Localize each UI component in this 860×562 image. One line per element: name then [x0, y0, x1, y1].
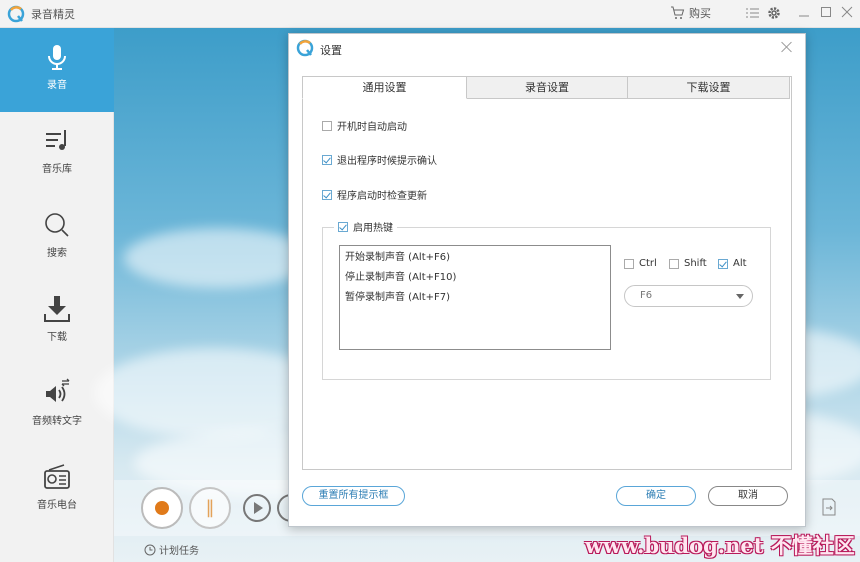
schedule-task[interactable]: 计划任务: [144, 542, 199, 557]
watermark: www.budog.net 不懂社区: [585, 533, 855, 558]
sidebar-item-label: 搜索: [47, 248, 67, 259]
tab-recording[interactable]: 录音设置: [467, 76, 628, 99]
check-update-checkbox[interactable]: 程序启动时检查更新: [322, 187, 427, 202]
clock-icon: [144, 544, 156, 555]
buy-button[interactable]: 购买: [670, 5, 711, 21]
checkbox-box: [322, 189, 332, 200]
play-button[interactable]: [243, 494, 271, 522]
app-title: 录音精灵: [31, 8, 75, 21]
enable-hotkey-checkbox[interactable]: 启用热键: [334, 219, 397, 234]
sidebar-item-search[interactable]: 搜索: [0, 196, 114, 280]
schedule-label: 计划任务: [159, 546, 199, 557]
sidebar-item-label: 音乐库: [42, 164, 72, 175]
buy-label: 购买: [689, 7, 711, 20]
autostart-checkbox[interactable]: 开机时自动启动: [322, 118, 407, 133]
app-logo-icon: [296, 39, 314, 57]
checkbox-box: [718, 258, 728, 269]
close-icon[interactable]: [840, 5, 854, 19]
record-button[interactable]: [141, 487, 183, 529]
radio-icon: [44, 464, 70, 489]
checkbox-label: 开机时自动启动: [337, 122, 407, 133]
chevron-down-icon: [736, 294, 744, 299]
tab-general[interactable]: 通用设置: [302, 76, 467, 99]
checkbox-box: [322, 120, 332, 131]
checkbox-box: [669, 258, 679, 269]
minimize-icon[interactable]: [797, 5, 811, 19]
pause-button[interactable]: ‖: [189, 487, 231, 529]
settings-tabs: 通用设置 录音设置 下载设置: [302, 76, 790, 99]
sidebar-item-label: 音频转文字: [32, 416, 82, 427]
search-icon: [45, 213, 69, 237]
sidebar-item-music-library[interactable]: 音乐库: [0, 112, 114, 196]
reset-prompts-button[interactable]: 重置所有提示框: [302, 486, 405, 506]
speech-to-text-icon: [46, 378, 70, 402]
cancel-button[interactable]: 取消: [708, 486, 788, 506]
settings-dialog: 设置 通用设置 录音设置 下载设置 开机时自动启动 退出程序时候提示确认 程序启…: [288, 33, 806, 527]
checkbox-label: Shift: [684, 258, 707, 269]
app-logo-icon: [7, 5, 25, 23]
gear-icon[interactable]: [766, 5, 782, 21]
sidebar-item-download[interactable]: 下载: [0, 280, 114, 364]
sidebar-item-record[interactable]: 录音: [0, 28, 114, 112]
list-item[interactable]: 停止录制声音 (Alt+F10): [345, 270, 605, 290]
exit-confirm-checkbox[interactable]: 退出程序时候提示确认: [322, 152, 437, 167]
ok-button[interactable]: 确定: [616, 486, 696, 506]
sidebar-item-label: 下载: [47, 332, 67, 343]
select-value: F6: [640, 290, 653, 301]
checkbox-label: 程序启动时检查更新: [337, 191, 427, 202]
menu-list-icon[interactable]: [745, 5, 761, 21]
checkbox-box: [322, 154, 332, 165]
list-item[interactable]: 暂停录制声音 (Alt+F7): [345, 290, 605, 310]
sidebar: 录音 音乐库 搜索 下载 音频转文字 音乐电台: [0, 28, 114, 562]
checkbox-box: [338, 221, 348, 232]
maximize-icon[interactable]: [819, 5, 833, 19]
dialog-close-icon[interactable]: [780, 40, 794, 54]
ctrl-checkbox[interactable]: Ctrl: [624, 258, 657, 269]
shift-checkbox[interactable]: Shift: [669, 258, 707, 269]
checkbox-label: Alt: [733, 258, 747, 269]
sidebar-item-label: 录音: [47, 80, 67, 91]
sidebar-item-speech-to-text[interactable]: 音频转文字: [0, 364, 114, 448]
sidebar-item-label: 音乐电台: [37, 500, 77, 511]
music-library-icon: [46, 130, 66, 150]
checkbox-label: 退出程序时候提示确认: [337, 156, 437, 167]
cart-icon: [671, 6, 685, 19]
download-icon: [44, 296, 70, 322]
export-file-icon[interactable]: [821, 498, 837, 516]
alt-checkbox[interactable]: Alt: [718, 258, 747, 269]
hotkey-list[interactable]: 开始录制声音 (Alt+F6) 停止录制声音 (Alt+F10) 暂停录制声音 …: [339, 245, 611, 350]
checkbox-label: 启用热键: [353, 223, 393, 234]
sidebar-item-radio[interactable]: 音乐电台: [0, 448, 114, 532]
checkbox-label: Ctrl: [639, 258, 657, 269]
dialog-title: 设置: [320, 44, 342, 57]
tab-download[interactable]: 下载设置: [628, 76, 790, 99]
checkbox-box: [624, 258, 634, 269]
list-item[interactable]: 开始录制声音 (Alt+F6): [345, 250, 605, 270]
hotkey-key-select[interactable]: F6: [624, 285, 753, 307]
microphone-icon: [48, 45, 66, 70]
title-bar: 录音精灵 购买: [0, 0, 860, 28]
